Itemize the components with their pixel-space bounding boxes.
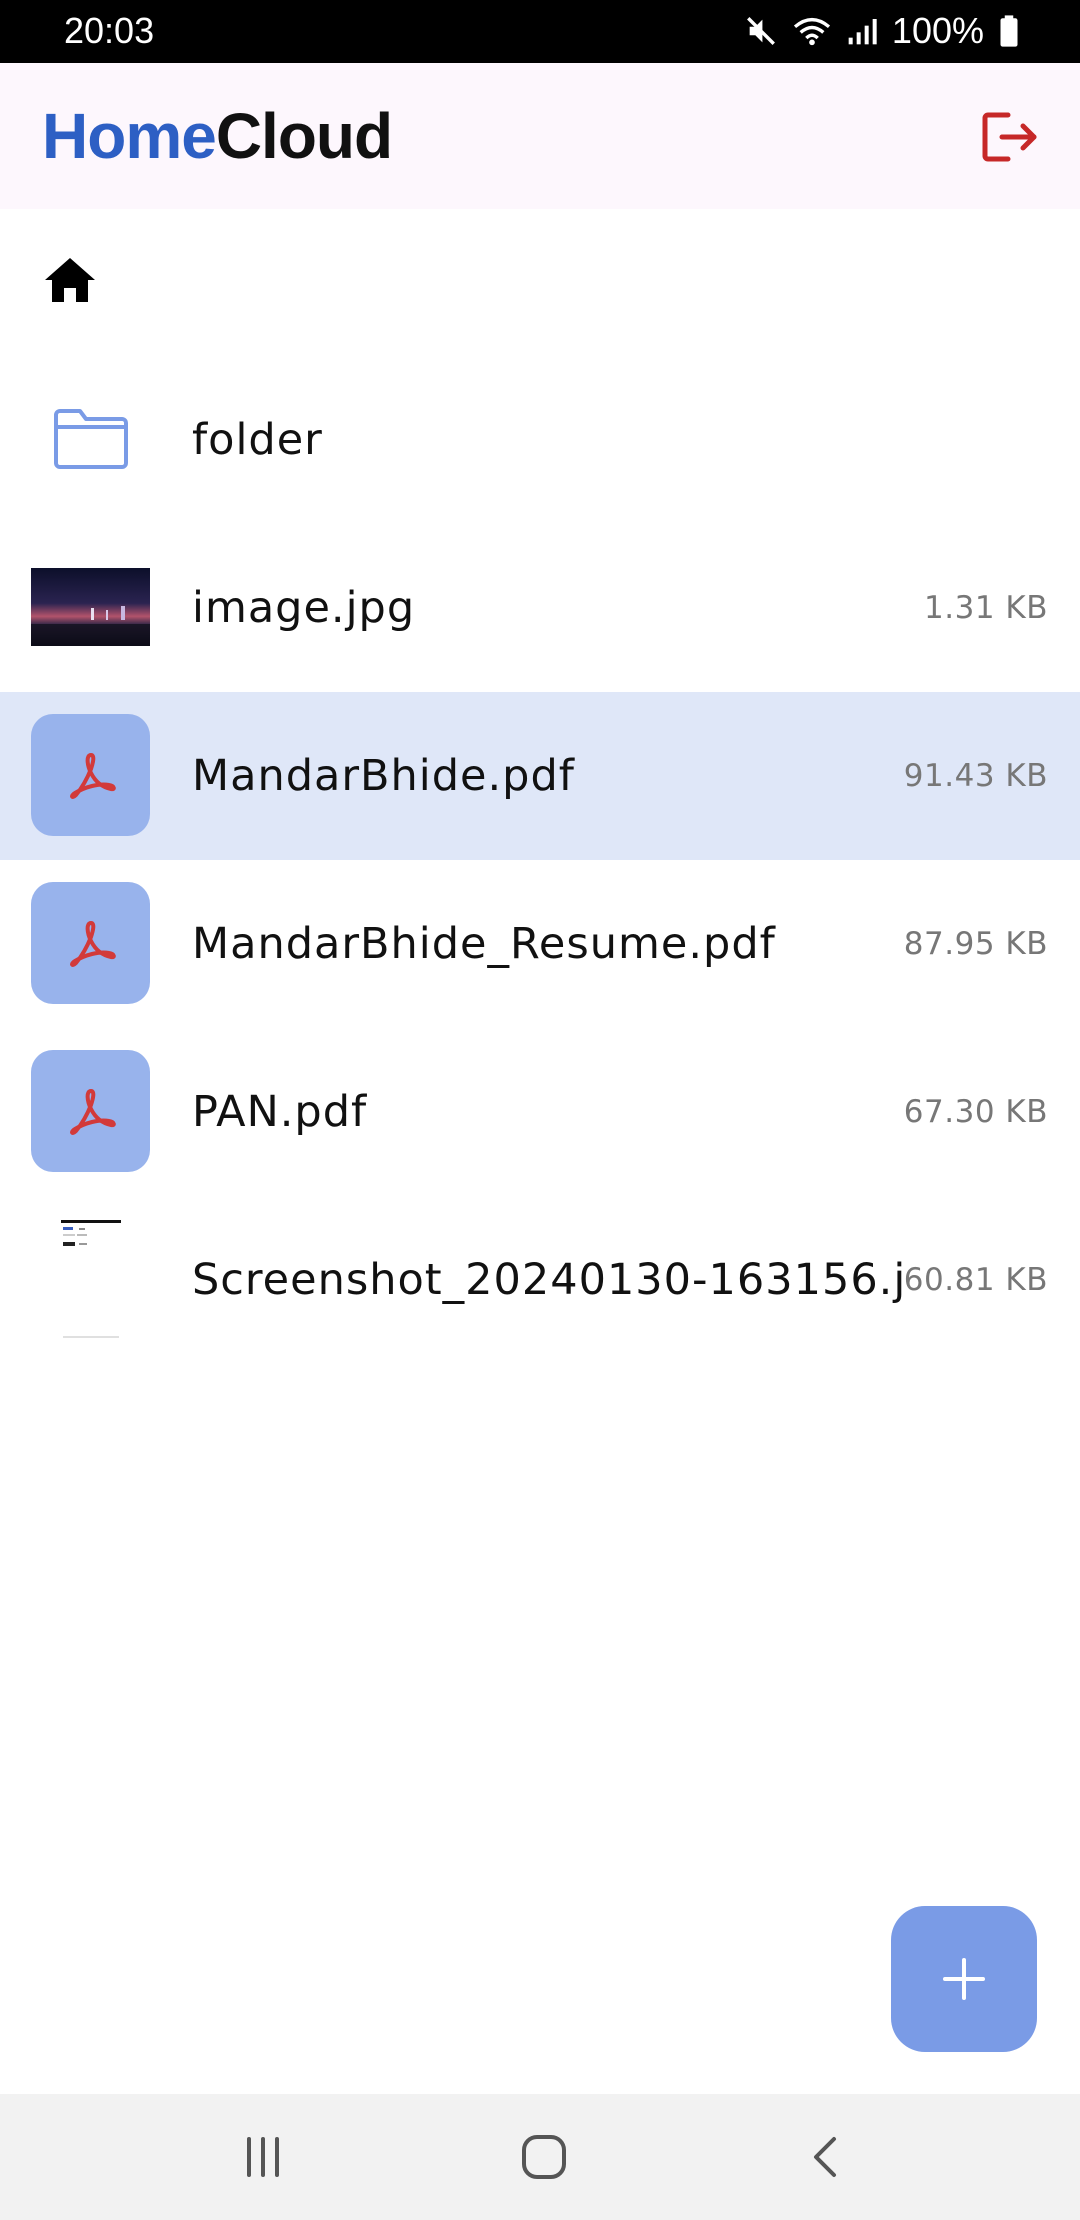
file-size: 87.95 KB — [903, 926, 1048, 962]
pdf-tile — [31, 882, 150, 1004]
file-row-pdf[interactable]: PAN.pdf 67.30 KB — [0, 1028, 1080, 1196]
file-name: MandarBhide_Resume.pdf — [192, 919, 776, 969]
logout-button[interactable] — [972, 99, 1048, 175]
file-size: 91.43 KB — [903, 758, 1048, 794]
file-name: PAN.pdf — [192, 1087, 368, 1137]
file-thumbnail — [31, 546, 150, 668]
file-size: 1.31 KB — [924, 590, 1048, 626]
pdf-icon — [69, 921, 116, 967]
file-row-pdf[interactable]: MandarBhide_Resume.pdf 87.95 KB — [0, 860, 1080, 1028]
back-icon — [814, 2137, 836, 2177]
recents-button[interactable] — [227, 2121, 299, 2193]
file-name: MandarBhide.pdf — [192, 751, 575, 801]
file-list: folder image.jpg 1.31 KB MandarBhide.pdf… — [0, 356, 1080, 1364]
home-nav-button[interactable] — [508, 2121, 580, 2193]
plus-icon — [943, 1958, 985, 2000]
file-thumbnail — [31, 882, 150, 1004]
file-name: folder — [192, 415, 323, 465]
file-name: image.jpg — [192, 583, 416, 633]
home-icon — [45, 258, 95, 302]
wifi-icon — [792, 14, 832, 48]
file-thumbnail — [31, 1050, 150, 1172]
status-bar: 20:03 100% — [0, 0, 1080, 63]
battery-icon — [998, 14, 1020, 48]
file-size: 60.81 KB — [903, 1262, 1048, 1298]
pdf-icon — [69, 753, 116, 799]
image-thumbnail — [31, 568, 150, 646]
home-nav-icon — [522, 2135, 566, 2179]
logout-icon — [982, 112, 1037, 162]
battery-text: 100% — [891, 10, 984, 51]
file-row-screenshot[interactable]: Screenshot_20240130-163156.j 60.81 KB — [0, 1196, 1080, 1364]
file-name: Screenshot_20240130-163156.j — [192, 1255, 907, 1305]
system-nav-bar — [0, 2094, 1080, 2220]
add-button[interactable] — [891, 1906, 1037, 2052]
back-button[interactable] — [790, 2121, 862, 2193]
file-row-folder[interactable]: folder — [0, 356, 1080, 524]
file-thumbnail — [31, 714, 150, 836]
status-icons: 100% — [744, 8, 1020, 54]
file-row-image[interactable]: image.jpg 1.31 KB — [0, 524, 1080, 692]
pdf-tile — [31, 1050, 150, 1172]
mute-icon — [744, 14, 778, 48]
folder-icon — [53, 409, 128, 469]
recents-icon — [247, 2137, 279, 2177]
signal-icon — [846, 14, 878, 48]
app-bar: HomeCloud — [0, 63, 1080, 209]
pdf-icon — [69, 1089, 116, 1135]
file-thumbnail — [31, 1218, 150, 1340]
file-size: 67.30 KB — [903, 1094, 1048, 1130]
breadcrumb-home[interactable] — [34, 244, 106, 316]
pdf-tile — [31, 714, 150, 836]
file-row-pdf-selected[interactable]: MandarBhide.pdf 91.43 KB — [0, 692, 1080, 860]
app-title-home: Home — [42, 100, 217, 172]
app-title-cloud: Cloud — [215, 100, 393, 172]
screenshot-thumbnail — [58, 1218, 123, 1340]
app-title: HomeCloud — [42, 99, 393, 173]
status-time: 20:03 — [64, 10, 155, 51]
file-thumbnail — [31, 378, 150, 500]
